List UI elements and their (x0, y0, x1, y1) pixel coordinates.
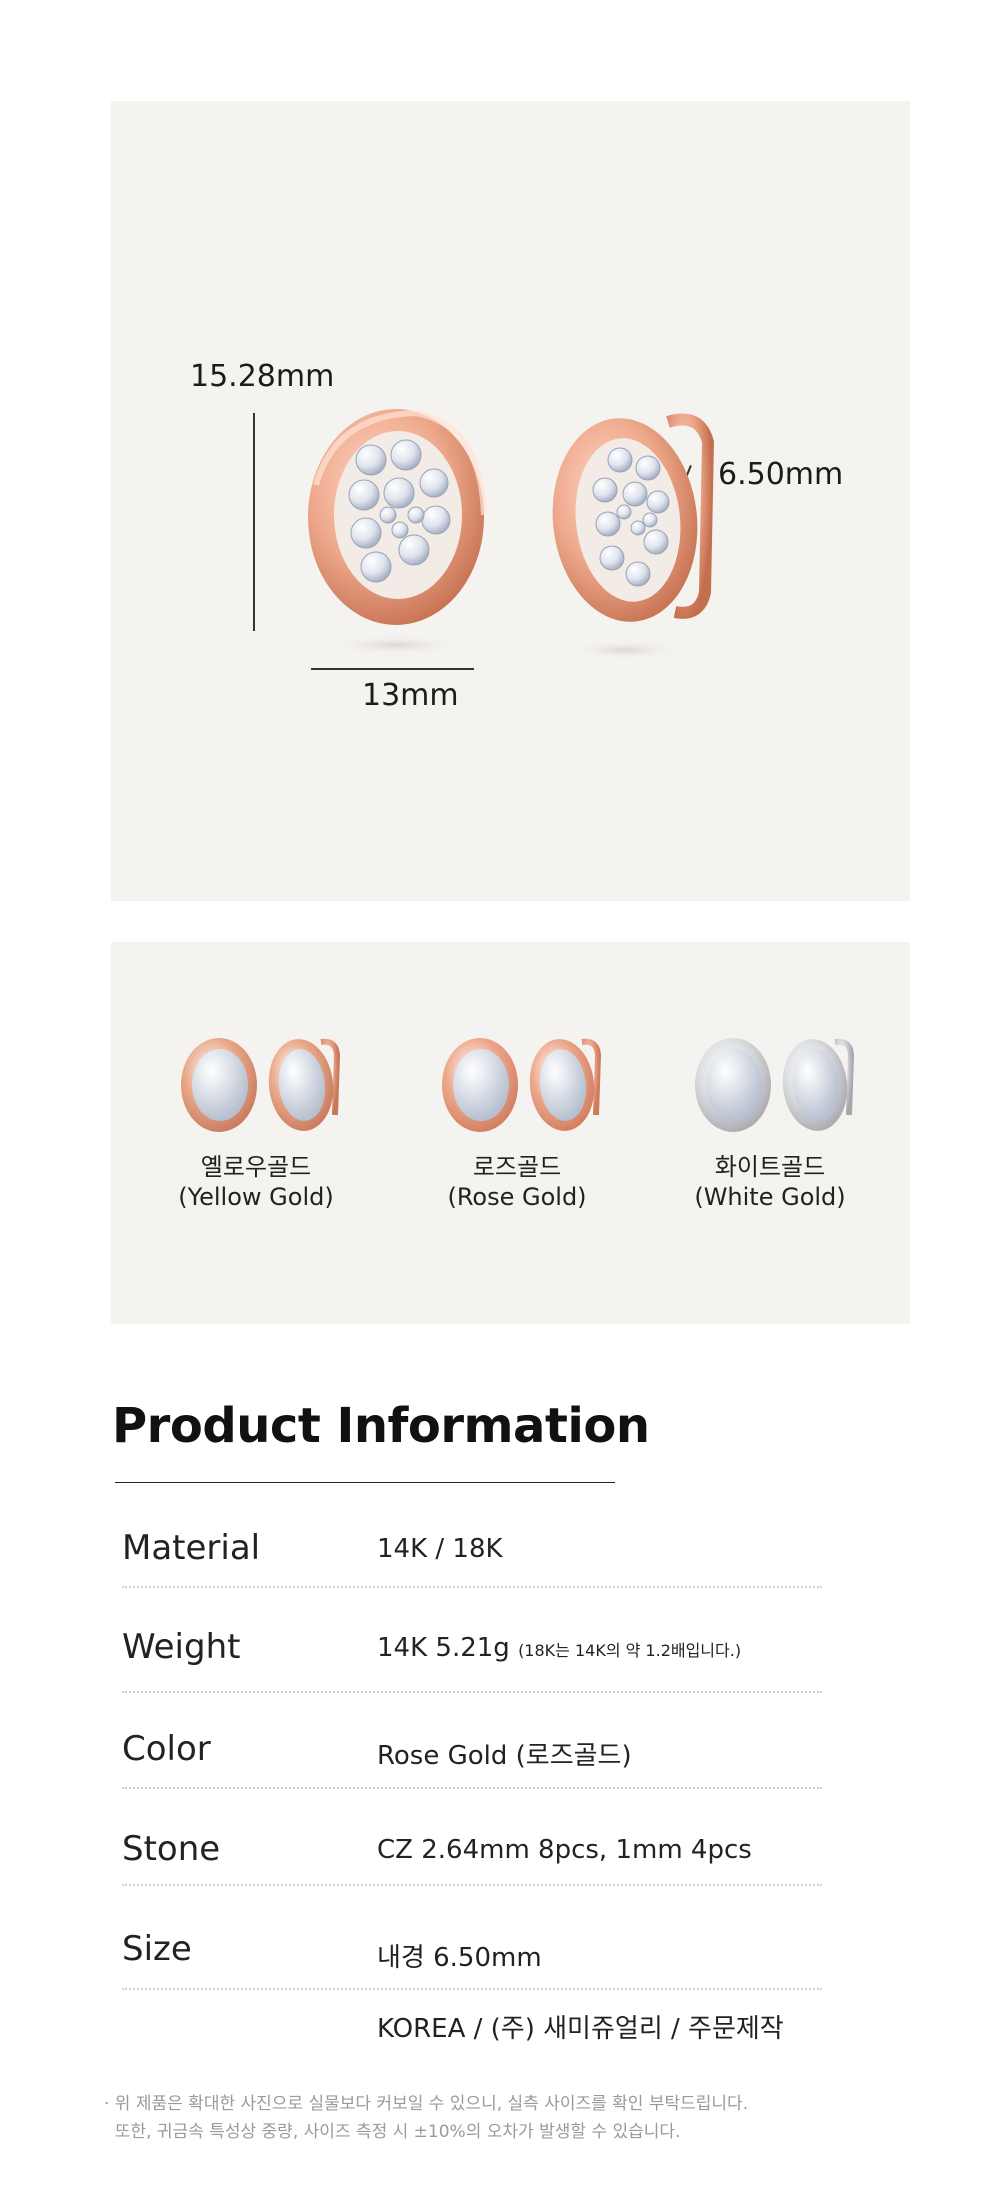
info-value: Rose Gold (로즈골드) (377, 1741, 632, 1771)
color-name-korean: 로즈골드 (472, 1153, 562, 1181)
info-value: 14K 5.21g (18K는 14K의 약 1.2배입니다.) (377, 1633, 742, 1663)
info-label: Weight (122, 1627, 241, 1667)
color-name-english: (Rose Gold) (447, 1183, 587, 1211)
info-label: Material (122, 1528, 261, 1568)
earring-side-image (552, 413, 715, 660)
disclaimer-line: 또한, 귀금속 특성상 중량, 사이즈 측정 시 ±10%의 오차가 발생할 수… (104, 2122, 681, 2142)
info-label: Color (122, 1729, 211, 1769)
row-divider (122, 1691, 822, 1693)
color-option-earring-image (442, 1038, 602, 1132)
info-note: (18K는 14K의 약 1.2배입니다.) (518, 1641, 742, 1660)
height-dimension-line (253, 413, 255, 631)
info-value: 내경 6.50mm (377, 1943, 542, 1973)
info-label: Stone (122, 1829, 221, 1869)
color-name-english: (Yellow Gold) (178, 1183, 334, 1211)
color-option-earring-image (695, 1038, 855, 1132)
color-name-korean: 옐로우골드 (200, 1153, 312, 1181)
color-name-korean: 화이트골드 (714, 1153, 826, 1181)
color-option-3: 화이트골드 (White Gold) (650, 1030, 890, 1212)
color-name-english: (White Gold) (694, 1183, 846, 1211)
row-divider (122, 1586, 822, 1588)
width-dimension-label: 13mm (362, 678, 459, 713)
dimension-panel (111, 101, 910, 901)
row-divider (122, 1988, 822, 1990)
row-divider (122, 1884, 822, 1886)
info-label: Size (122, 1929, 192, 1969)
disclaimer-notes: · 위 제품은 확대한 사진으로 실물보다 커보일 수 있으니, 실측 사이즈를… (104, 2090, 748, 2146)
width-dimension-line (311, 668, 474, 670)
height-dimension-label: 15.28mm (190, 359, 335, 394)
row-divider (122, 1787, 822, 1789)
color-option-earring-image (181, 1038, 341, 1132)
inner-dimension-label: 6.50mm (718, 457, 844, 492)
earring-front-image (308, 409, 487, 655)
info-value: 14K / 18K (377, 1534, 503, 1564)
title-divider (115, 1482, 615, 1483)
color-option-2: 로즈골드 (Rose Gold) (397, 1030, 637, 1212)
color-option-1: 옐로우골드 (Yellow Gold) (136, 1030, 376, 1212)
origin-text: KOREA / (주) 새미쥬얼리 / 주문제작 (377, 2014, 784, 2044)
disclaimer-line: · 위 제품은 확대한 사진으로 실물보다 커보일 수 있으니, 실측 사이즈를… (104, 2094, 749, 2114)
info-value: CZ 2.64mm 8pcs, 1mm 4pcs (377, 1835, 752, 1865)
product-info-title: Product Information (112, 1398, 650, 1454)
